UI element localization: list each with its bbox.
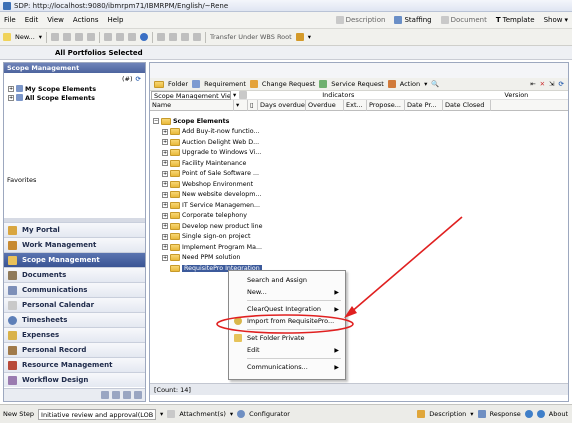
annotation-ellipse bbox=[216, 314, 354, 334]
annotation-arrow-line bbox=[349, 216, 463, 314]
annotation-overlay bbox=[216, 216, 463, 334]
